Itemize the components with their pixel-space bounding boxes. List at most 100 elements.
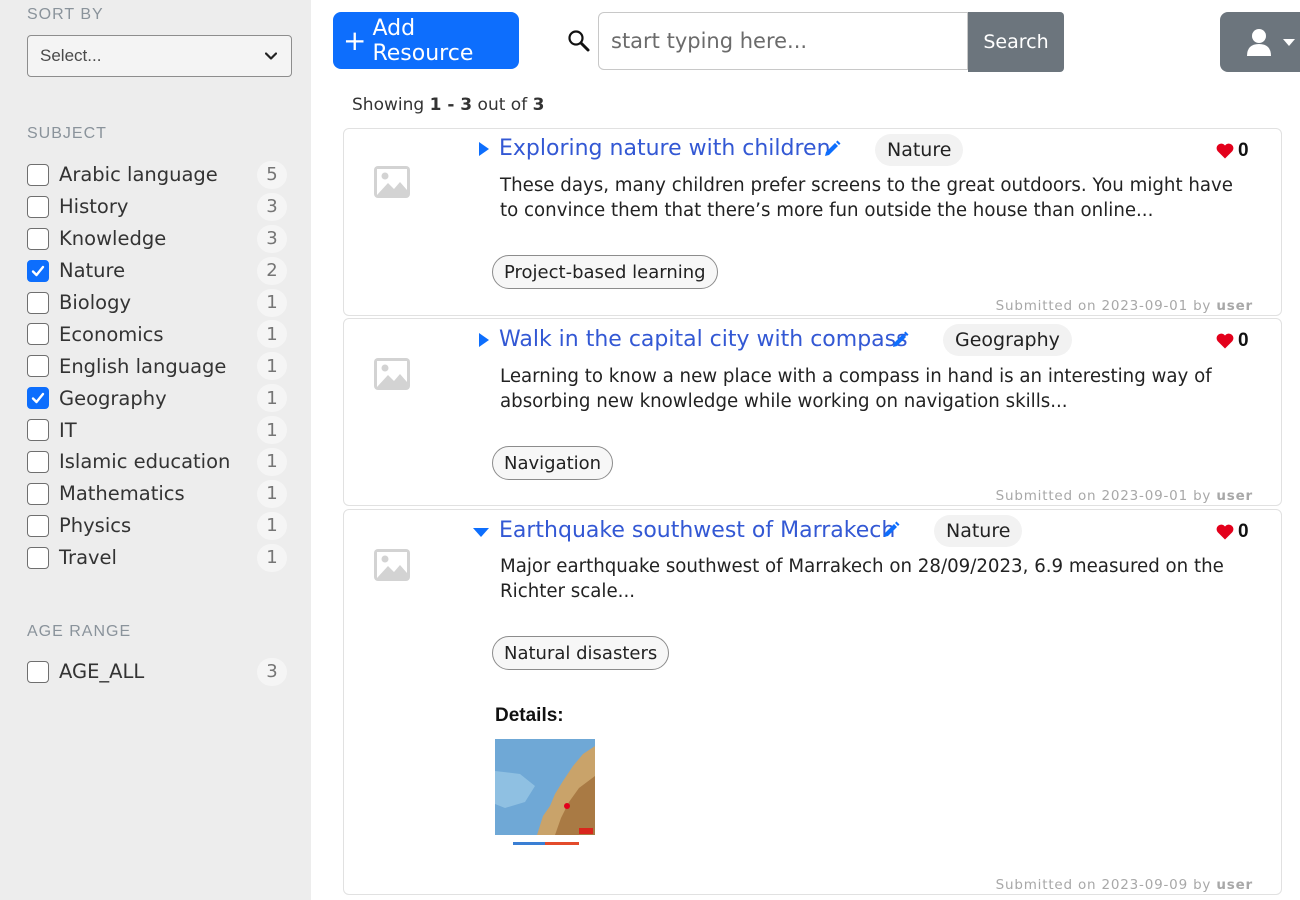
resource-title-link[interactable]: Exploring nature with children [499, 136, 831, 161]
filter-checkbox[interactable] [27, 227, 49, 250]
filter-item[interactable]: Nature 2 [27, 255, 289, 287]
subject-badge: Nature [934, 515, 1023, 547]
filter-item[interactable]: English language 1 [27, 350, 289, 382]
chevron-down-icon [1283, 39, 1295, 46]
submitted-by: by [1193, 298, 1212, 314]
filter-item[interactable]: Arabic language 5 [27, 159, 289, 191]
filter-checkbox[interactable] [27, 291, 49, 314]
filter-item[interactable]: Physics 1 [27, 510, 289, 542]
results-summary: Showing 1 - 3 out of 3 [352, 95, 544, 115]
filter-item[interactable]: Knowledge 3 [27, 223, 289, 255]
resource-tag[interactable]: Natural disasters [492, 636, 670, 670]
filter-checkbox[interactable] [27, 546, 49, 569]
submitted-prefix: Submitted on [995, 298, 1097, 314]
filter-checkbox[interactable] [27, 660, 49, 683]
filter-label: History [59, 195, 129, 219]
filter-count-badge: 1 [257, 447, 287, 476]
filter-label: Geography [59, 386, 167, 410]
filter-item[interactable]: Travel 1 [27, 542, 289, 574]
pencil-icon[interactable] [823, 140, 841, 158]
likes-counter[interactable]: 0 [1216, 330, 1249, 352]
filter-checkbox[interactable] [27, 163, 49, 186]
filter-count-badge: 3 [257, 224, 287, 253]
submitted-prefix: Submitted on [995, 877, 1097, 893]
pencil-icon[interactable] [891, 331, 909, 349]
filter-item[interactable]: Mathematics 1 [27, 478, 289, 510]
filter-count-badge: 1 [257, 543, 287, 572]
resource-title-link[interactable]: Walk in the capital city with compass [499, 327, 908, 352]
submitted-info: Submitted on 2023-09-01 by user [996, 488, 1253, 504]
resource-description: Learning to know a new place with a comp… [500, 366, 1212, 412]
age-filter-list: AGE_ALL 3 [27, 656, 289, 688]
filter-item[interactable]: IT 1 [27, 414, 289, 446]
filter-item[interactable]: Biology 1 [27, 287, 289, 319]
likes-counter[interactable]: 0 [1216, 140, 1249, 162]
filter-count-badge: 1 [257, 320, 287, 349]
submitted-info: Submitted on 2023-09-01 by user [996, 298, 1253, 314]
sort-select-value: Select... [40, 46, 102, 65]
filter-label: AGE_ALL [59, 660, 145, 684]
filter-checkbox[interactable] [27, 514, 49, 537]
filter-item[interactable]: Economics 1 [27, 318, 289, 350]
sort-select[interactable]: Select... [27, 35, 292, 77]
filter-checkbox[interactable] [27, 323, 49, 346]
filter-item[interactable]: History 3 [27, 191, 289, 223]
filter-label: Biology [59, 291, 131, 314]
filter-count-badge: 1 [257, 384, 287, 413]
plus-icon: + [343, 23, 367, 57]
checkmark-icon [31, 265, 45, 276]
filter-label: Travel [59, 546, 117, 570]
checkmark-icon [31, 392, 45, 404]
resource-description: Major earthquake southwest of Marrakech … [500, 556, 1224, 602]
resource-tag[interactable]: Project-based learning [492, 255, 718, 289]
caret-right-icon[interactable] [476, 333, 490, 347]
user-menu-button[interactable] [1220, 12, 1300, 72]
filter-item[interactable]: AGE_ALL 3 [27, 656, 289, 688]
results-total: 3 [532, 95, 545, 115]
filter-label: Nature [59, 259, 126, 283]
results-range: 1 - 3 [429, 95, 473, 115]
likes-count: 0 [1238, 521, 1249, 542]
heart-icon [1216, 143, 1234, 159]
filter-checkbox[interactable] [27, 355, 49, 378]
caret-right-icon[interactable] [476, 142, 490, 156]
sort-by-title: SORT BY [27, 6, 104, 23]
resource-title-link[interactable]: Earthquake southwest of Marrakech [499, 518, 895, 543]
subject-title: SUBJECT [27, 125, 107, 142]
filter-checkbox[interactable] [27, 482, 49, 505]
filter-count-badge: 1 [257, 479, 287, 508]
filter-checkbox[interactable] [27, 195, 49, 218]
filter-checkbox[interactable] [27, 259, 49, 282]
filter-label: English language [59, 354, 227, 378]
search-icon [568, 30, 590, 52]
add-resource-button[interactable]: + Add Resource [333, 12, 519, 69]
submitted-user: user [1216, 488, 1253, 504]
submitted-by: by [1193, 877, 1212, 893]
likes-count: 0 [1238, 140, 1249, 161]
showing-prefix: Showing [352, 95, 425, 115]
resource-card: Walk in the capital city with compass Ge… [343, 318, 1282, 506]
search-button[interactable]: Search [968, 12, 1064, 72]
search-input[interactable] [598, 12, 968, 70]
filter-checkbox[interactable] [27, 419, 49, 442]
filter-label: Knowledge [59, 227, 167, 251]
filter-label: IT [59, 418, 77, 442]
filter-checkbox[interactable] [27, 387, 49, 410]
filter-checkbox[interactable] [27, 450, 49, 473]
submitted-date: 2023-09-01 [1101, 488, 1188, 504]
filter-item[interactable]: Geography 1 [27, 382, 289, 414]
pencil-icon[interactable] [882, 521, 900, 539]
likes-counter[interactable]: 0 [1216, 521, 1249, 543]
filter-count-badge: 1 [257, 511, 287, 540]
filter-label: Islamic education [59, 450, 231, 474]
filter-count-badge: 3 [257, 657, 287, 686]
resource-tag[interactable]: Navigation [492, 446, 614, 480]
details-label: Details: [495, 705, 564, 726]
filter-count-badge: 3 [257, 192, 287, 221]
resource-card: Exploring nature with children Nature 0 … [343, 128, 1282, 316]
earthquake-map-image[interactable] [495, 736, 595, 848]
add-resource-label: Add Resource [372, 15, 474, 66]
filter-item[interactable]: Islamic education 1 [27, 446, 289, 478]
caret-down-icon[interactable] [473, 525, 489, 539]
filter-count-badge: 5 [257, 160, 287, 189]
